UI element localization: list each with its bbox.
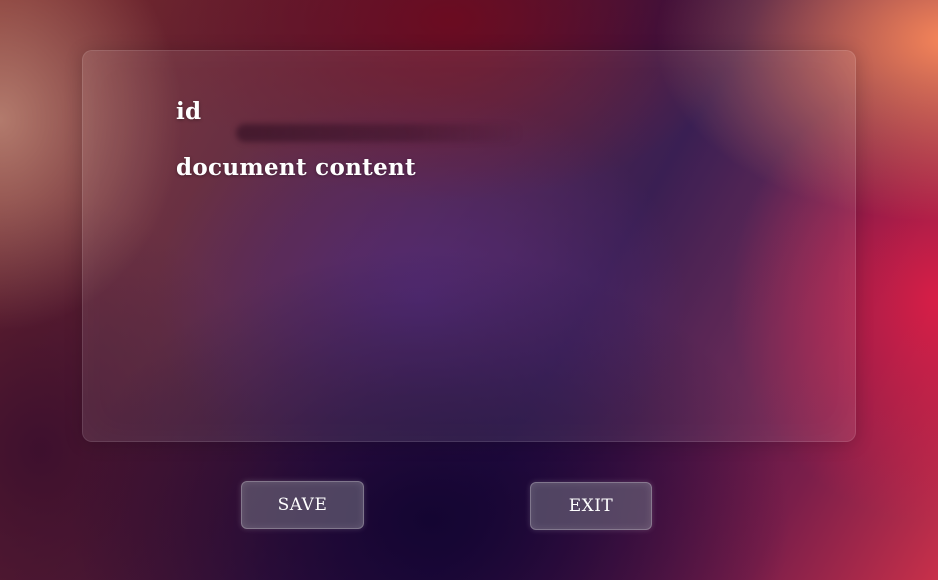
id-input[interactable] xyxy=(236,124,522,142)
id-label: id xyxy=(176,98,202,125)
document-content-field[interactable] xyxy=(176,196,820,420)
document-content-label: document content xyxy=(176,154,416,181)
exit-button[interactable]: EXIT xyxy=(530,482,652,530)
save-button[interactable]: SAVE xyxy=(241,481,364,529)
